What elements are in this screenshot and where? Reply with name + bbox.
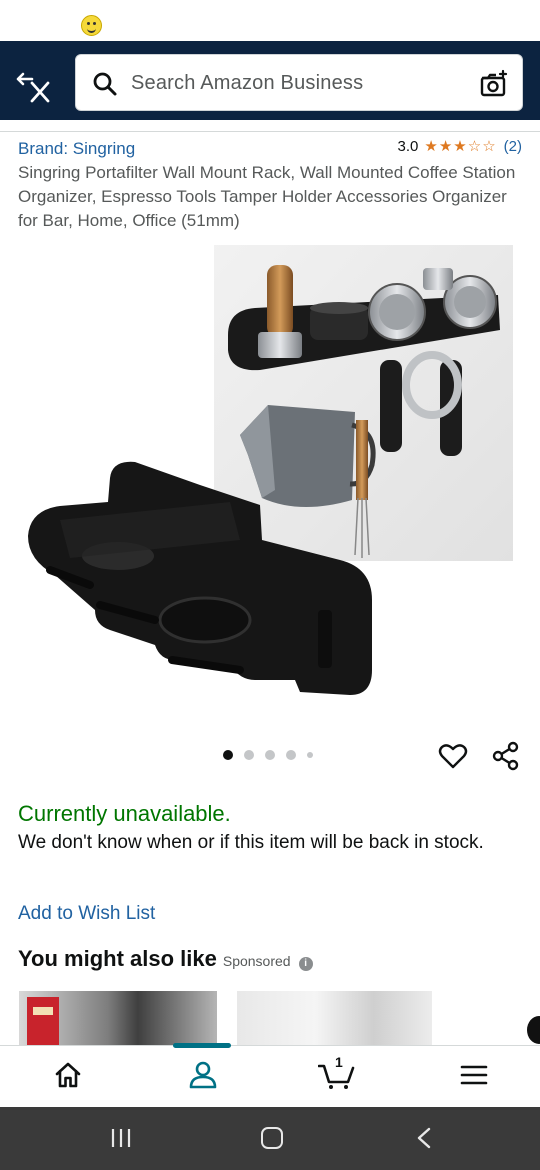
availability-status: Currently unavailable.: [18, 801, 231, 826]
nav-active-indicator: [173, 1043, 231, 1048]
recommendation-card[interactable]: [19, 991, 217, 1045]
brand-link[interactable]: Brand: Singring: [18, 139, 135, 159]
product-thumbnail: [27, 997, 59, 1045]
recommendations-header: You might also like Sponsored i: [18, 946, 313, 972]
star-full-icon: ★: [453, 138, 467, 155]
info-icon[interactable]: i: [298, 957, 313, 971]
sponsored-label: Sponsored: [222, 953, 291, 969]
android-back-icon[interactable]: [416, 1127, 432, 1149]
add-to-wishlist-link[interactable]: Add to Wish List: [18, 903, 155, 925]
carousel-dot[interactable]: [286, 750, 296, 760]
search-input[interactable]: Search Amazon Business: [75, 54, 523, 111]
image-carousel-dots[interactable]: [223, 750, 313, 760]
star-full-icon: ★: [438, 138, 453, 155]
rating-stars: ★ ★ ★ ☆ ☆: [424, 139, 495, 154]
status-bar: [0, 0, 540, 41]
divider: [0, 131, 540, 132]
product-title: Singring Portafilter Wall Mount Rack, Wa…: [18, 163, 516, 230]
star-empty-icon: ☆: [467, 138, 482, 155]
product-image[interactable]: [0, 240, 540, 720]
rating-value: 3.0: [397, 138, 419, 155]
rating[interactable]: 3.0 ★ ★ ★ ☆ ☆ (2): [398, 138, 522, 155]
emoji-icon: [81, 15, 102, 36]
header: Search Amazon Business: [0, 41, 540, 120]
carousel-edge: [527, 1016, 540, 1044]
recent-apps-icon[interactable]: [110, 1128, 132, 1148]
search-icon: [93, 72, 117, 96]
search-placeholder: Search Amazon Business: [131, 72, 364, 94]
recommendation-card[interactable]: [237, 991, 432, 1045]
share-icon[interactable]: [491, 741, 521, 771]
android-nav-bar: [0, 1107, 540, 1170]
carousel-dot[interactable]: [244, 750, 254, 760]
account-icon[interactable]: [188, 1060, 218, 1090]
heart-icon[interactable]: [438, 741, 468, 771]
carousel-dot[interactable]: [307, 752, 313, 758]
availability-message: We don't know when or if this item will …: [18, 832, 484, 853]
camera-icon[interactable]: [479, 69, 509, 99]
android-home-icon[interactable]: [261, 1127, 283, 1149]
star-full-icon: ★: [424, 138, 438, 155]
menu-icon[interactable]: [459, 1060, 489, 1090]
carousel-dot-active[interactable]: [223, 750, 233, 760]
cart-button[interactable]: 1: [317, 1054, 356, 1090]
back-close-icon[interactable]: [14, 69, 54, 105]
rating-count[interactable]: (2): [504, 138, 522, 155]
home-icon[interactable]: [53, 1060, 83, 1090]
cart-count: 1: [335, 1054, 343, 1070]
star-empty-icon: ☆: [482, 138, 496, 155]
bottom-navigation: 1: [0, 1043, 540, 1107]
carousel-dot[interactable]: [265, 750, 275, 760]
recommendations-title: You might also like: [18, 946, 217, 971]
